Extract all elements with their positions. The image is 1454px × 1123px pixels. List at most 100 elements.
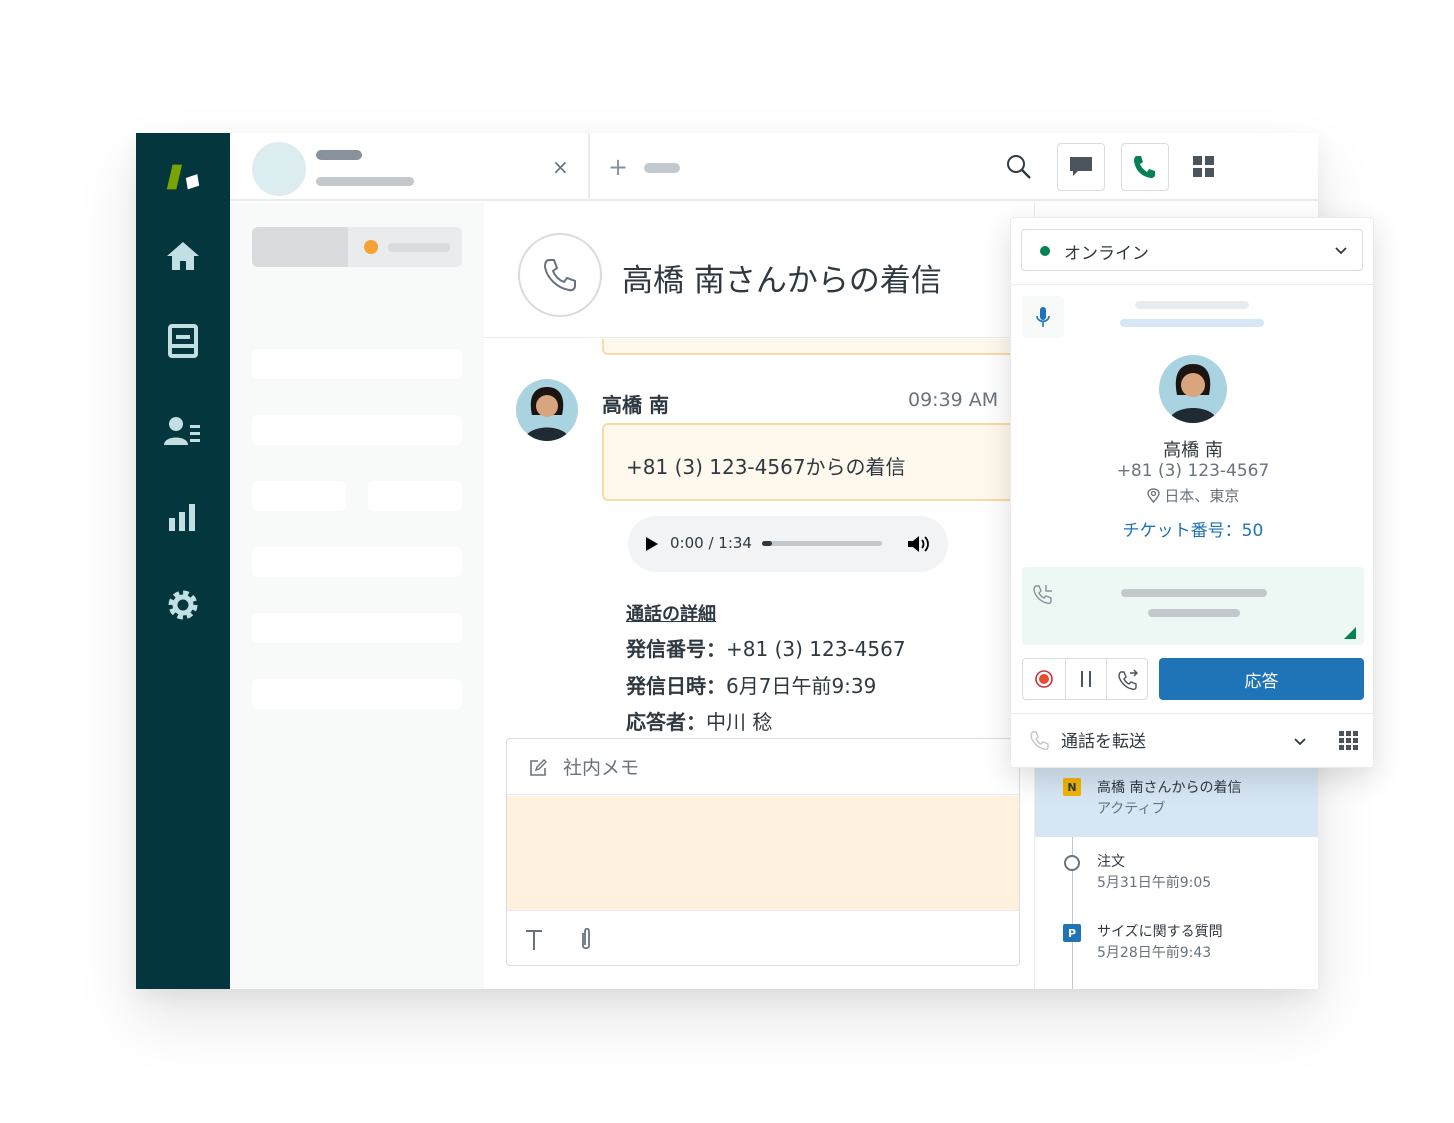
answered-by-value: 中川 稔: [706, 710, 773, 734]
caller-location: 日本、東京: [1011, 485, 1375, 506]
note-toolbar: [507, 910, 1019, 965]
caller-name: 高橋 南: [1163, 440, 1223, 461]
call-date-label: 発信日時：: [626, 674, 726, 698]
audio-player: 0:00 / 1:34: [628, 516, 948, 572]
timeline-item-subtitle: 5月31日午前9:05: [1097, 875, 1212, 891]
mic-icon: [1036, 307, 1050, 327]
sidebar: [136, 133, 230, 989]
audio-time: 0:00 / 1:34: [670, 534, 752, 552]
hold-button[interactable]: [1065, 659, 1107, 699]
settings-icon[interactable]: [163, 585, 203, 625]
reporting-icon[interactable]: [163, 497, 203, 537]
page-title: 高橋 南さんからの着信: [622, 263, 942, 299]
agent-status-select[interactable]: オンライン: [1021, 229, 1363, 271]
zendesk-logo-icon[interactable]: [163, 157, 203, 197]
call-note-area[interactable]: [1022, 567, 1364, 645]
timeline-item-subtitle: 5月28日午前9:43: [1097, 945, 1212, 961]
list-item[interactable]: [368, 481, 462, 511]
timeline-item[interactable]: P サイズに関する質問 5月28日午前9:43: [1035, 919, 1318, 979]
chat-button[interactable]: [1057, 143, 1105, 191]
answered-by-label: 応答者：: [626, 710, 706, 734]
timeline-circle-icon: [1064, 855, 1080, 871]
add-tab-button[interactable]: +: [608, 153, 628, 181]
answered-by-row: 応答者：中川 稔: [626, 706, 772, 735]
transfer-call-label: 通話を転送: [1061, 732, 1146, 752]
customers-icon[interactable]: [163, 411, 203, 451]
mic-button[interactable]: [1022, 296, 1064, 338]
call-info-skeleton: [1120, 319, 1264, 327]
phone-icon: [543, 259, 576, 292]
tab-avatar: [252, 142, 306, 196]
play-icon[interactable]: [646, 537, 658, 551]
talk-call-console: オンライン 高橋 南 +81 (3) 123-4567 日本、東京 チケット番号…: [1010, 217, 1375, 769]
text-format-icon[interactable]: [525, 929, 543, 951]
call-controls: [1022, 658, 1148, 700]
location-icon: [1146, 488, 1160, 504]
apps-grid-icon[interactable]: [1180, 143, 1228, 191]
record-button[interactable]: [1023, 659, 1065, 699]
audio-progress-track[interactable]: [762, 541, 882, 546]
filter-skeleton[interactable]: [252, 227, 462, 267]
timeline-item-title: 注文: [1097, 854, 1125, 870]
note-skeleton: [1121, 589, 1267, 597]
caller-number-row: 発信番号：+81 (3) 123-4567: [626, 633, 906, 662]
talk-button[interactable]: [1121, 143, 1169, 191]
status-badge-new: N: [1063, 778, 1081, 796]
header-divider: [484, 337, 1034, 338]
call-details-title: 通話の詳細: [626, 604, 716, 625]
caller-phone: +81 (3) 123-4567: [1116, 461, 1270, 481]
caller-avatar: [1159, 355, 1227, 423]
caller-number-label: 発信番号：: [626, 637, 726, 661]
add-tab-skeleton: [644, 163, 680, 173]
internal-note-composer: 社内メモ: [506, 738, 1020, 966]
ticket-tab[interactable]: ×: [230, 133, 590, 201]
caller-location-text: 日本、東京: [1164, 487, 1240, 505]
call-date-value: 6月7日午前9:39: [726, 674, 877, 698]
consult-transfer-button[interactable]: [1107, 659, 1149, 699]
chevron-down-icon[interactable]: [1293, 735, 1307, 749]
volume-icon[interactable]: [908, 535, 932, 553]
ticket-link[interactable]: チケット番号：50: [1011, 516, 1375, 541]
answer-button[interactable]: 応答: [1159, 658, 1364, 700]
note-input[interactable]: [507, 796, 1019, 910]
audio-progress-fill: [762, 541, 772, 546]
status-badge-pending: P: [1063, 924, 1081, 942]
tab-subtitle-skeleton: [316, 177, 414, 186]
chevron-down-icon: [1335, 247, 1347, 255]
transfer-icon: [1118, 669, 1138, 690]
top-bar: × +: [230, 133, 1318, 201]
keypad-icon[interactable]: [1339, 731, 1359, 751]
views-list-panel: [230, 203, 484, 989]
timeline-item-active[interactable]: N 高橋 南さんからの着信 アクティブ: [1035, 765, 1318, 837]
agent-status-label: オンライン: [1064, 244, 1149, 264]
timeline-item-title: サイズに関する質問: [1097, 924, 1223, 940]
list-item[interactable]: [252, 613, 462, 643]
timeline-item[interactable]: 注文 5月31日午前9:05: [1035, 849, 1318, 909]
tab-close-icon[interactable]: ×: [552, 155, 569, 179]
note-header[interactable]: 社内メモ: [507, 739, 1019, 795]
list-item[interactable]: [252, 415, 462, 445]
transfer-call-row[interactable]: 通話を転送: [1011, 713, 1375, 769]
list-item[interactable]: [252, 679, 462, 709]
timeline-item-subtitle: アクティブ: [1097, 801, 1166, 817]
message-time: 09:39 AM: [908, 389, 999, 411]
views-icon[interactable]: [163, 321, 203, 361]
incoming-call-icon: [1033, 585, 1052, 605]
message-bubble: +81 (3) 123-4567からの着信: [602, 423, 1022, 501]
call-date-row: 発信日時：6月7日午前9:39: [626, 670, 876, 699]
phone-outline-icon: [1030, 731, 1049, 751]
chat-icon: [1070, 157, 1092, 176]
note-icon: [530, 759, 547, 776]
message-text: +81 (3) 123-4567からの着信: [626, 455, 906, 479]
search-icon[interactable]: [995, 143, 1043, 191]
divider: [1011, 284, 1375, 285]
note-label: 社内メモ: [563, 757, 640, 779]
phone-icon: [1134, 156, 1155, 178]
attachment-icon[interactable]: [579, 927, 593, 953]
list-item[interactable]: [252, 349, 462, 379]
resize-handle-icon[interactable]: [1344, 627, 1356, 639]
home-icon[interactable]: [163, 236, 203, 276]
list-item[interactable]: [252, 481, 346, 511]
sender-name: 高橋 南: [602, 393, 669, 417]
list-item[interactable]: [252, 547, 462, 577]
